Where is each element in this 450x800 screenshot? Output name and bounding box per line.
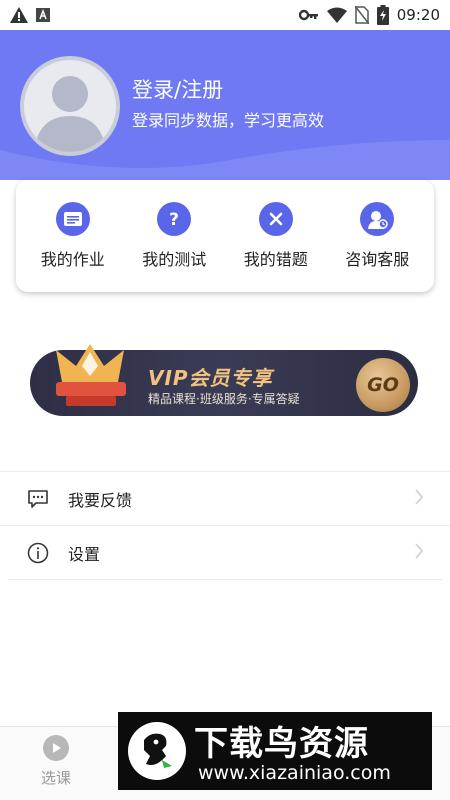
profile-header: 登录/注册 登录同步数据，学习更高效	[0, 30, 450, 200]
status-time: 09:20	[396, 6, 440, 24]
quick-action-label: 咨询客服	[345, 250, 410, 269]
question-icon: ?	[157, 202, 192, 236]
warning-icon	[10, 7, 28, 23]
menu-item-settings[interactable]: 设置	[8, 526, 442, 580]
tab-select-course[interactable]: 选课	[30, 735, 82, 788]
menu-item-label: 设置	[68, 544, 101, 564]
quick-action-test[interactable]: ? 我的测试	[126, 202, 222, 270]
vip-title: VIP会员专享	[148, 366, 273, 390]
login-register-link[interactable]: 登录/注册	[132, 74, 223, 104]
quick-action-label: 我的作业	[40, 250, 105, 269]
crown-icon	[56, 344, 126, 406]
close-icon	[258, 202, 293, 236]
login-subtitle: 登录同步数据，学习更高效	[132, 111, 325, 130]
feedback-icon	[26, 487, 50, 511]
quick-actions-card: 我的作业 ? 我的测试 我的错题 咨询客服	[16, 180, 434, 292]
quick-action-mistakes[interactable]: 我的错题	[228, 202, 324, 270]
battery-icon	[376, 5, 389, 25]
key-icon	[298, 9, 319, 21]
svg-text:?: ?	[169, 210, 179, 229]
watermark-url: www.xiazainiao.com	[198, 762, 391, 784]
vip-go-button[interactable]: GO	[356, 358, 410, 412]
quick-action-label: 我的测试	[142, 250, 207, 269]
settings-menu-list: 我要反馈 设置	[0, 471, 450, 580]
vip-subtitle: 精品课程·班级服务·专属答疑	[148, 392, 300, 406]
play-icon	[43, 735, 69, 761]
watermark-overlay: 下载鸟资源 www.xiazainiao.com	[118, 712, 432, 790]
tab-label: 选课	[40, 769, 71, 787]
chevron-right-icon	[414, 542, 424, 564]
homework-icon	[55, 202, 90, 236]
menu-item-feedback[interactable]: 我要反馈	[0, 472, 450, 526]
status-right: 09:20	[298, 5, 440, 25]
a-box-icon	[36, 8, 50, 22]
vip-banner[interactable]: VIP会员专享 精品课程·班级服务·专属答疑 GO	[30, 344, 418, 416]
default-user-icon	[34, 76, 106, 152]
wifi-icon	[326, 7, 347, 23]
no-sim-icon	[354, 6, 369, 24]
chevron-right-icon	[414, 488, 424, 510]
menu-item-label: 我要反馈	[68, 490, 133, 510]
avatar[interactable]	[20, 56, 120, 156]
watermark-title: 下载鸟资源	[194, 724, 369, 764]
quick-action-homework[interactable]: 我的作业	[25, 202, 121, 270]
customer-service-icon	[360, 202, 395, 236]
quick-action-label: 我的错题	[243, 250, 308, 269]
status-bar: 09:20	[0, 0, 450, 30]
info-icon	[26, 541, 50, 565]
status-left	[10, 7, 50, 23]
quick-action-customer-service[interactable]: 咨询客服	[329, 202, 425, 270]
bird-logo-icon	[128, 722, 186, 780]
